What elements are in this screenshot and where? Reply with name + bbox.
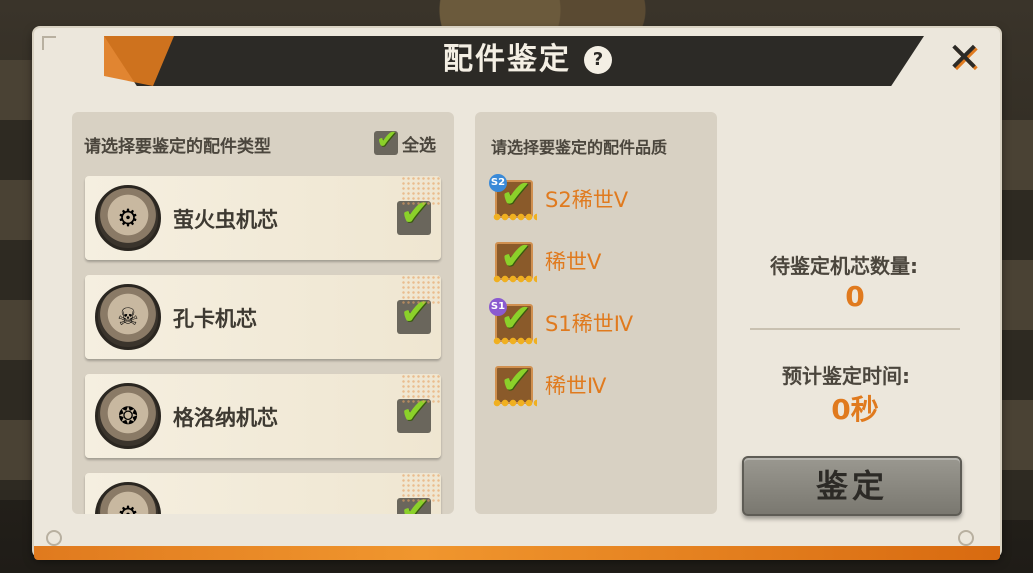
select-all-checkbox[interactable]: ✔	[374, 125, 398, 155]
quality-selection-panel: 请选择要鉴定的配件品质 ✔ S2 S2稀世Ⅴ ✔ 稀世Ⅴ ✔ S1 S1稀世Ⅳ …	[475, 112, 717, 514]
corner-mark	[42, 36, 56, 50]
red-robot-icon: ❂	[95, 383, 161, 449]
robot-icon: ⚙	[95, 482, 161, 514]
core-type-checkbox[interactable]: ✔	[397, 292, 431, 334]
check-icon: ✔	[400, 292, 431, 333]
quality-stars-icon	[493, 212, 537, 222]
help-icon[interactable]: ?	[584, 46, 612, 74]
estimated-time-value: 0秒	[831, 393, 879, 426]
bolt-icon	[46, 530, 62, 546]
core-type-item[interactable]: ❂ 格洛纳机芯 ✔	[85, 374, 441, 458]
quality-label: 稀世Ⅴ	[545, 250, 602, 274]
quality-list: ✔ S2 S2稀世Ⅴ ✔ 稀世Ⅴ ✔ S1 S1稀世Ⅳ ✔ 稀世Ⅳ	[489, 172, 703, 420]
pirate-robot-icon: ☠	[95, 284, 161, 350]
core-type-checkbox[interactable]: ✔	[397, 391, 431, 433]
pending-count-value: 0	[845, 280, 865, 313]
core-type-list[interactable]: ⚙ 萤火虫机芯 ✔ ☠ 孔卡机芯 ✔ ❂ 格洛纳机芯 ✔ ⚙ ✔	[85, 176, 441, 514]
identify-button[interactable]: 鉴定	[742, 456, 962, 516]
quality-stars-icon	[493, 274, 537, 284]
quality-item[interactable]: ✔ S2 S2稀世Ⅴ	[489, 172, 703, 234]
quality-panel-header: 请选择要鉴定的配件品质	[491, 138, 668, 157]
check-icon: ✔	[400, 391, 431, 432]
background-right-strip	[999, 120, 1033, 520]
select-all-toggle[interactable]: ✔ 全选	[374, 125, 436, 156]
s2-badge: S2	[489, 174, 507, 192]
quality-label: S2稀世Ⅴ	[545, 188, 629, 212]
core-type-checkbox[interactable]: ✔	[397, 490, 431, 514]
quality-label: 稀世Ⅳ	[545, 374, 607, 398]
type-panel-header: 请选择要鉴定的配件类型	[84, 137, 271, 157]
pending-count-label: 待鉴定机芯数量:	[770, 254, 918, 278]
check-icon: ✔	[400, 193, 431, 234]
quality-item[interactable]: ✔ 稀世Ⅳ	[493, 358, 703, 420]
estimated-time-label: 预计鉴定时间:	[782, 364, 910, 388]
core-type-name: 格洛纳机芯	[173, 406, 278, 430]
quality-stars-icon	[493, 336, 537, 346]
check-icon: ✔	[400, 490, 431, 514]
firefly-robot-icon: ⚙	[95, 185, 161, 251]
divider	[750, 328, 960, 330]
core-type-name: 萤火虫机芯	[173, 208, 278, 232]
close-button[interactable]: ✕	[944, 38, 984, 78]
dialog-bottom-accent	[34, 546, 1000, 560]
bolt-icon	[958, 530, 974, 546]
check-icon: ✔	[500, 358, 532, 402]
close-icon: ✕	[947, 35, 981, 81]
background-left-strip	[0, 60, 38, 500]
core-type-item[interactable]: ⚙ ✔	[85, 473, 441, 514]
check-icon: ✔	[376, 125, 398, 155]
s1-badge: S1	[489, 298, 507, 316]
quality-item[interactable]: ✔ 稀世Ⅴ	[493, 234, 703, 296]
core-type-item[interactable]: ⚙ 萤火虫机芯 ✔	[85, 176, 441, 260]
dialog-title: 配件鉴定	[443, 42, 571, 77]
quality-item[interactable]: ✔ S1 S1稀世Ⅳ	[489, 296, 703, 358]
check-icon: ✔	[500, 234, 532, 278]
quality-label: S1稀世Ⅳ	[545, 312, 634, 336]
core-type-item[interactable]: ☠ 孔卡机芯 ✔	[85, 275, 441, 359]
core-type-checkbox[interactable]: ✔	[397, 193, 431, 235]
quality-stars-icon	[493, 398, 537, 408]
core-type-name: 孔卡机芯	[173, 307, 257, 331]
type-selection-panel: 请选择要鉴定的配件类型 ✔ 全选 ⚙ 萤火虫机芯 ✔ ☠ 孔卡机芯 ✔ ❂ 格洛…	[72, 112, 454, 514]
select-all-label: 全选	[402, 135, 436, 156]
